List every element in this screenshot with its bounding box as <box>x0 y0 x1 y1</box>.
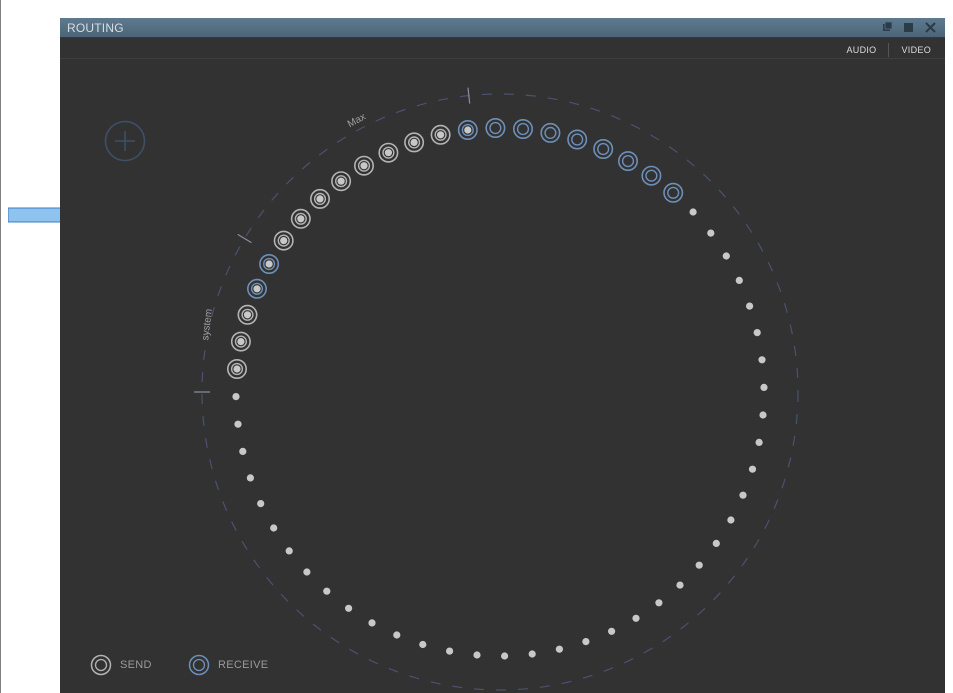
empty-port-slot <box>257 500 265 508</box>
empty-port-slot <box>232 393 240 401</box>
empty-port-slot <box>316 195 324 203</box>
empty-port-slot <box>758 356 766 364</box>
empty-port-slot <box>722 252 730 260</box>
receive-port[interactable] <box>567 129 588 150</box>
empty-port-slot <box>632 614 640 622</box>
empty-port-slot <box>297 215 305 223</box>
empty-port-slot <box>243 311 252 319</box>
empty-port-slot <box>655 599 663 607</box>
empty-port-slot <box>746 302 754 310</box>
empty-port-slot <box>608 627 616 635</box>
empty-port-slot <box>446 647 454 655</box>
empty-port-slot <box>323 587 331 595</box>
receive-port-icon <box>188 654 210 676</box>
receive-port[interactable] <box>593 139 614 160</box>
empty-port-slot <box>727 516 735 524</box>
empty-port-slot <box>265 260 273 268</box>
empty-port-slot <box>748 465 757 473</box>
empty-port-slot <box>303 568 311 576</box>
empty-port-slot <box>528 650 536 658</box>
empty-port-slot <box>233 365 241 373</box>
receive-port[interactable] <box>641 165 662 186</box>
empty-port-slot <box>501 652 509 660</box>
empty-port-slot <box>360 162 368 170</box>
group-divider-tick <box>467 87 471 104</box>
empty-port-slot <box>246 474 254 482</box>
empty-port-slot <box>760 383 768 391</box>
send-port-icon <box>90 654 112 676</box>
empty-port-slot <box>712 539 720 548</box>
empty-port-slot <box>689 208 697 216</box>
legend-send: SEND <box>90 654 152 676</box>
ring-label-system: system <box>200 308 215 341</box>
empty-port-slot <box>285 547 293 555</box>
empty-port-slot <box>676 581 684 589</box>
empty-port-slot <box>280 237 288 245</box>
empty-port-slot <box>753 329 761 337</box>
empty-port-slot <box>555 645 563 653</box>
empty-port-slot <box>345 604 353 612</box>
empty-port-slot <box>253 285 261 293</box>
empty-port-slot <box>419 640 427 649</box>
legend-receive-label: RECEIVE <box>218 659 269 671</box>
outer-dashed-ring <box>201 93 799 691</box>
receive-port[interactable] <box>485 118 506 139</box>
empty-port-slot <box>237 338 245 346</box>
empty-port-slot <box>234 420 242 428</box>
legend-send-label: SEND <box>120 659 152 671</box>
empty-port-slot <box>582 638 590 646</box>
legend-receive: RECEIVE <box>188 654 268 676</box>
empty-port-slot <box>695 561 703 569</box>
routing-window: ROUTING AUDIO VIDEO Max system SEND RECE… <box>60 18 945 693</box>
empty-port-slot <box>410 138 418 146</box>
routing-ring: Max system <box>194 87 799 691</box>
receive-port[interactable] <box>663 182 684 203</box>
empty-port-slot <box>384 149 392 157</box>
empty-port-slot <box>464 126 472 134</box>
empty-port-slot <box>393 631 401 639</box>
left-border-line <box>0 0 1 693</box>
empty-port-slot <box>337 177 345 185</box>
group-divider-tick <box>237 233 252 244</box>
empty-port-slot <box>239 447 247 455</box>
empty-port-slot <box>473 651 481 659</box>
ring-label-max: Max <box>346 111 368 130</box>
receive-port[interactable] <box>540 122 561 143</box>
empty-port-slot <box>707 229 715 237</box>
empty-port-slot <box>437 131 445 139</box>
receive-port[interactable] <box>512 119 533 140</box>
empty-port-slot <box>270 524 278 532</box>
empty-port-slot <box>735 276 743 284</box>
empty-port-slot <box>755 438 763 446</box>
receive-port[interactable] <box>617 151 638 172</box>
empty-port-slot <box>739 491 747 499</box>
empty-port-slot <box>759 411 767 419</box>
empty-port-slot <box>368 619 376 627</box>
